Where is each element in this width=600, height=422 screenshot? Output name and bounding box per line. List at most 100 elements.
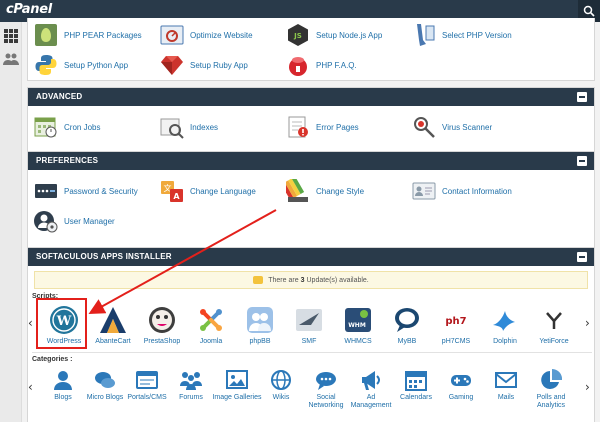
blogs-icon	[52, 369, 74, 391]
scripts-prev-arrow[interactable]: ‹	[28, 316, 33, 330]
micro-blogs-icon	[94, 369, 116, 391]
password-icon	[34, 179, 58, 203]
preferences-header[interactable]: PREFERENCES	[28, 152, 594, 170]
collapse-advanced-button[interactable]	[577, 92, 587, 102]
search-icon	[583, 5, 595, 17]
updates-icon	[253, 276, 264, 284]
script-prestashop[interactable]: PrestaShop	[135, 305, 189, 346]
softaculous-header[interactable]: SOFTACULOUS APPS INSTALLER	[28, 248, 594, 266]
script-smf[interactable]: SMF	[282, 305, 336, 346]
script-dolphin[interactable]: Dolphin	[478, 305, 532, 346]
python-icon	[34, 53, 58, 77]
softaculous-panel: SOFTACULOUS APPS INSTALLER There are 3 U…	[27, 247, 595, 422]
change-style-item[interactable]: Change Style	[281, 176, 364, 204]
script-ph7cms[interactable]: ph7 pH7CMS	[429, 305, 483, 346]
abantecart-label: AbanteCart	[95, 338, 131, 345]
error-pages-icon	[286, 115, 310, 139]
php-faq-label: PHP F.A.Q.	[316, 60, 357, 70]
script-phpbb[interactable]: phpBB	[233, 305, 287, 346]
whmcs-label: WHMCS	[344, 338, 372, 345]
contact-icon	[412, 179, 436, 203]
php-pear-icon	[34, 23, 58, 47]
grid-icon[interactable]	[3, 28, 19, 49]
password-security-item[interactable]: Password & Security	[34, 178, 138, 204]
php-pear-packages-label: PHP PEAR Packages	[64, 30, 142, 40]
advanced-header[interactable]: ADVANCED	[28, 88, 594, 106]
user-manager-label: User Manager	[64, 216, 115, 226]
cpanel-logo[interactable]: cPanel	[6, 2, 52, 17]
password-security-label: Password & Security	[64, 186, 138, 196]
wikis-icon	[270, 369, 292, 391]
category-forums[interactable]: Forums	[166, 369, 216, 402]
script-joomla[interactable]: Joomla	[184, 305, 238, 346]
optimize-icon	[160, 23, 184, 47]
optimize-website-item[interactable]: Optimize Website	[160, 22, 253, 48]
error-pages-item[interactable]: Error Pages	[286, 114, 359, 140]
forums-label: Forums	[179, 394, 203, 401]
forums-icon	[180, 369, 202, 391]
php-faq-item[interactable]: PHP F.A.Q.	[286, 52, 357, 78]
contact-information-label: Contact Information	[442, 186, 512, 196]
cron-jobs-item[interactable]: Cron Jobs	[34, 114, 100, 140]
social-networking-label: Social Networking	[308, 394, 344, 409]
select-php-version-label: Select PHP Version	[442, 30, 512, 40]
cron-icon	[34, 115, 58, 139]
user-manager-icon	[34, 209, 58, 233]
select-php-version-item[interactable]: Select PHP Version	[412, 22, 512, 48]
collapse-softaculous-button[interactable]	[577, 252, 587, 262]
users-icon[interactable]	[3, 52, 19, 71]
mybb-label: MyBB	[397, 338, 417, 345]
category-ad-management[interactable]: Ad Management	[346, 369, 396, 410]
setup-ruby-item[interactable]: Setup Ruby App	[160, 52, 248, 78]
ad-management-icon	[360, 369, 382, 391]
scripts-divider	[32, 352, 592, 353]
polls-analytics-label: Polls and Analytics	[536, 394, 566, 409]
prestashop-label: PrestaShop	[143, 338, 181, 345]
indexes-icon	[160, 115, 184, 139]
indexes-item[interactable]: Indexes	[160, 114, 218, 140]
phpbb-icon	[245, 305, 275, 335]
setup-nodejs-item[interactable]: JS Setup Node.js App	[286, 22, 382, 48]
yetiforce-label: YetiForce	[539, 338, 569, 345]
category-social-networking[interactable]: Social Networking	[301, 369, 351, 410]
setup-python-item[interactable]: Setup Python App	[34, 52, 128, 78]
preferences-panel: PREFERENCES Password & Security 文A Chang…	[27, 151, 595, 261]
script-whmcs[interactable]: WHM WHMCS	[331, 305, 385, 346]
categories-prev-arrow[interactable]: ‹	[28, 380, 33, 394]
svg-text:ph7: ph7	[445, 316, 466, 327]
category-portals-cms[interactable]: Portals/CMS	[122, 369, 172, 402]
abantecart-icon	[98, 305, 128, 335]
yetiforce-icon	[539, 305, 569, 335]
script-mybb[interactable]: MyBB	[380, 305, 434, 346]
indexes-label: Indexes	[190, 122, 219, 132]
category-calendars[interactable]: Calendars	[391, 369, 441, 402]
software-panel: PHP PEAR Packages Optimize Website JS Se…	[27, 18, 595, 81]
category-mails[interactable]: Mails	[481, 369, 531, 402]
nodejs-icon: JS	[286, 23, 310, 47]
category-polls-analytics[interactable]: Polls and Analytics	[526, 368, 576, 410]
svg-text:WHM: WHM	[348, 322, 366, 329]
social-networking-icon	[315, 369, 337, 391]
scripts-next-arrow[interactable]: ›	[585, 316, 590, 330]
categories-next-arrow[interactable]: ›	[585, 380, 590, 394]
mails-icon	[495, 369, 517, 391]
category-gaming[interactable]: Gaming	[436, 369, 486, 402]
change-language-item[interactable]: 文A Change Language	[160, 178, 256, 204]
virus-scanner-icon	[412, 115, 436, 139]
image-galleries-icon	[226, 369, 248, 391]
portals-cms-label: Portals/CMS	[127, 394, 167, 401]
php-pear-packages-item[interactable]: PHP PEAR Packages	[34, 22, 142, 48]
user-manager-item[interactable]: User Manager	[34, 208, 115, 234]
ruby-icon	[160, 53, 184, 77]
contact-information-item[interactable]: Contact Information	[412, 178, 512, 204]
collapse-preferences-button[interactable]	[577, 156, 587, 166]
image-galleries-label: Image Galleries	[212, 394, 262, 401]
script-abantecart[interactable]: AbanteCart	[86, 305, 140, 346]
category-wikis[interactable]: Wikis	[256, 369, 306, 402]
updates-notice[interactable]: There are 3 Update(s) available.	[34, 271, 588, 289]
virus-scanner-label: Virus Scanner	[442, 122, 493, 132]
script-yetiforce[interactable]: YetiForce	[527, 305, 581, 346]
calendars-icon	[405, 369, 427, 391]
category-image-galleries[interactable]: Image Galleries	[212, 369, 262, 402]
virus-scanner-item[interactable]: Virus Scanner	[412, 114, 492, 140]
